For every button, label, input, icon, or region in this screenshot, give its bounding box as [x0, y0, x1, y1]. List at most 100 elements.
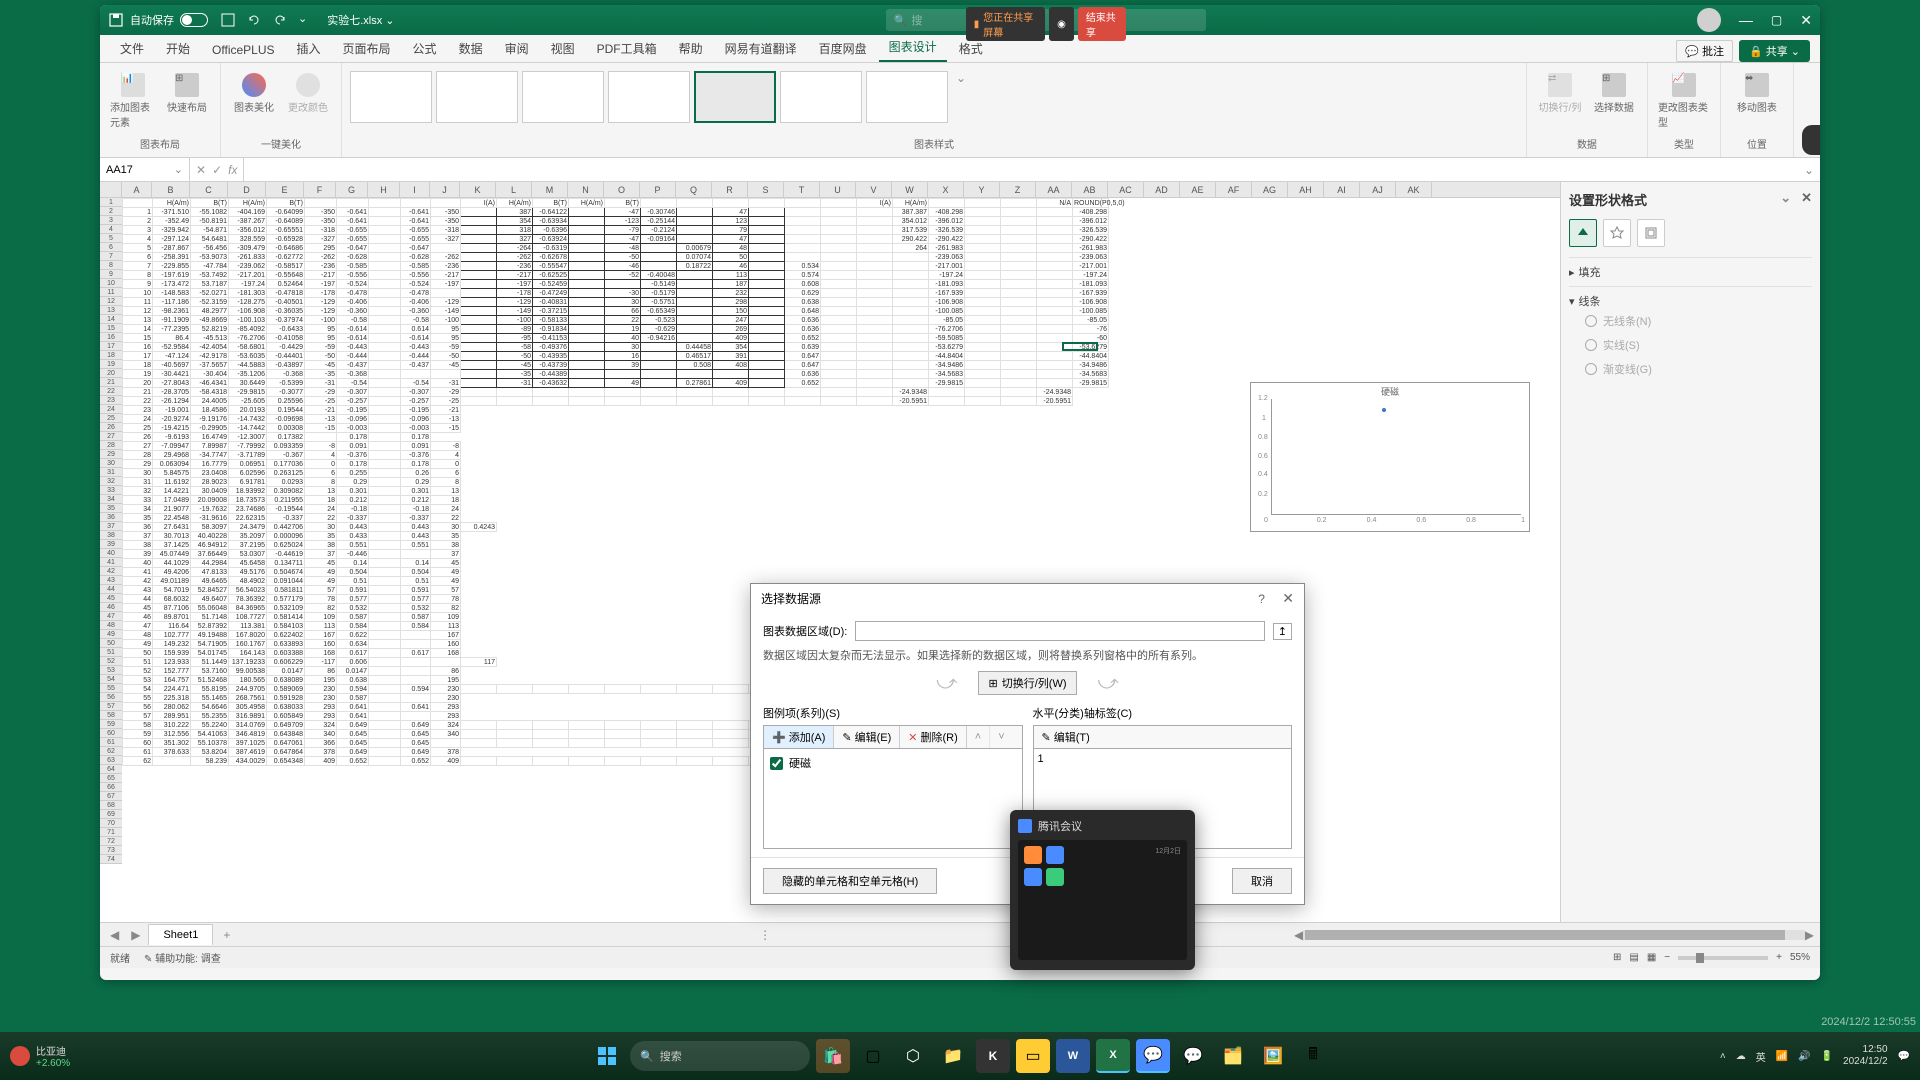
- battery-icon[interactable]: 🔋: [1821, 1051, 1833, 1062]
- tray-expand-icon[interactable]: ˄: [1720, 1051, 1726, 1062]
- row-header[interactable]: 68: [100, 801, 122, 810]
- row-header[interactable]: 23: [100, 396, 122, 405]
- row-header[interactable]: 35: [100, 504, 122, 513]
- tencent-meeting-taskbar-icon[interactable]: 💬: [1136, 1039, 1170, 1073]
- row-header[interactable]: 14: [100, 315, 122, 324]
- col-header[interactable]: AG: [1252, 182, 1288, 197]
- row-header[interactable]: 58: [100, 711, 122, 720]
- row-header[interactable]: 1: [100, 198, 122, 207]
- row-header[interactable]: 17: [100, 342, 122, 351]
- row-header[interactable]: 11: [100, 288, 122, 297]
- row-header[interactable]: 25: [100, 414, 122, 423]
- col-header[interactable]: S: [748, 182, 784, 197]
- col-header[interactable]: V: [856, 182, 892, 197]
- maximize-icon[interactable]: ▢: [1771, 13, 1782, 27]
- share-button[interactable]: 🔒 共享 ⌄: [1739, 40, 1810, 62]
- qat-more-icon[interactable]: ⌄: [298, 12, 307, 28]
- row-header[interactable]: 45: [100, 594, 122, 603]
- tray-cloud-icon[interactable]: ☁: [1736, 1051, 1746, 1062]
- taskbar-search[interactable]: 🔍搜索: [630, 1041, 810, 1071]
- row-header[interactable]: 10: [100, 279, 122, 288]
- move-series-up-icon[interactable]: ˄: [967, 726, 990, 748]
- file-explorer-icon[interactable]: 📁: [936, 1039, 970, 1073]
- row-header[interactable]: 53: [100, 666, 122, 675]
- row-header[interactable]: 47: [100, 612, 122, 621]
- view-pagelayout-icon[interactable]: ▦: [1647, 952, 1656, 963]
- undo-icon[interactable]: [246, 12, 262, 28]
- col-header[interactable]: Q: [676, 182, 712, 197]
- side-panel-tab[interactable]: [1802, 125, 1820, 155]
- chart-style-5[interactable]: [694, 71, 776, 123]
- fill-line-tab-icon[interactable]: [1569, 219, 1597, 247]
- row-header[interactable]: 12: [100, 297, 122, 306]
- tab-data[interactable]: 数据: [449, 35, 493, 62]
- row-header[interactable]: 60: [100, 729, 122, 738]
- tab-pagelayout[interactable]: 页面布局: [333, 35, 401, 62]
- row-header[interactable]: 4: [100, 225, 122, 234]
- preview-thumbnail[interactable]: 12月2日: [1018, 840, 1187, 960]
- move-series-down-icon[interactable]: ˅: [990, 726, 1012, 748]
- col-header[interactable]: F: [304, 182, 336, 197]
- tab-youdao[interactable]: 网易有道翻译: [715, 35, 807, 62]
- formula-expand-icon[interactable]: ⌄: [1798, 163, 1820, 177]
- row-header[interactable]: 3: [100, 216, 122, 225]
- col-header[interactable]: Y: [964, 182, 1000, 197]
- fx-icon[interactable]: fx: [228, 163, 237, 177]
- name-box[interactable]: AA17 ⌄: [100, 158, 190, 181]
- zoom-slider[interactable]: [1678, 956, 1768, 960]
- fill-section-header[interactable]: ▸ 填充: [1569, 264, 1812, 280]
- add-chart-element-button[interactable]: 📊添加图表元素: [108, 71, 158, 131]
- chart-style-2[interactable]: [436, 71, 518, 123]
- row-header[interactable]: 52: [100, 657, 122, 666]
- select-data-button[interactable]: ⊞选择数据: [1589, 71, 1639, 116]
- sheet-tab-1[interactable]: Sheet1: [148, 924, 213, 945]
- row-header[interactable]: 6: [100, 243, 122, 252]
- row-header[interactable]: 62: [100, 747, 122, 756]
- taskbar-app-5[interactable]: ▭: [1016, 1039, 1050, 1073]
- sheet-nav-prev[interactable]: ◀: [106, 928, 123, 942]
- row-header[interactable]: 55: [100, 684, 122, 693]
- dialog-close-icon[interactable]: ✕: [1282, 590, 1294, 606]
- taskbar-app-k[interactable]: K: [976, 1039, 1010, 1073]
- autosave-toggle[interactable]: 自动保存: [108, 12, 208, 28]
- col-header[interactable]: A: [122, 182, 152, 197]
- switch-row-col-dialog-button[interactable]: ⊞ 切换行/列(W): [978, 671, 1078, 695]
- row-header[interactable]: 32: [100, 477, 122, 486]
- gallery-more-icon[interactable]: ⌄: [952, 71, 970, 85]
- end-share-button[interactable]: 结束共享: [1078, 7, 1126, 41]
- chart-style-6[interactable]: [780, 71, 862, 123]
- comments-button[interactable]: 💬 批注: [1676, 40, 1733, 62]
- col-header[interactable]: G: [336, 182, 368, 197]
- row-header[interactable]: 61: [100, 738, 122, 747]
- start-button[interactable]: [590, 1039, 624, 1073]
- sheet-nav-next[interactable]: ▶: [127, 928, 144, 942]
- taskbar-app-9[interactable]: 🖼️: [1256, 1039, 1290, 1073]
- tab-home[interactable]: 开始: [156, 35, 200, 62]
- notification-icon[interactable]: 💬: [1898, 1051, 1910, 1062]
- edit-category-button[interactable]: ✎ 编辑(T): [1034, 726, 1098, 748]
- col-header[interactable]: AJ: [1360, 182, 1396, 197]
- view-normal-icon[interactable]: ⊞: [1613, 952, 1621, 963]
- tab-chartdesign[interactable]: 图表设计: [879, 33, 947, 62]
- range-picker-icon[interactable]: ↥: [1273, 623, 1292, 640]
- tab-view[interactable]: 视图: [541, 35, 585, 62]
- chart-style-4[interactable]: [608, 71, 690, 123]
- taskbar-preview[interactable]: 腾讯会议 12月2日: [1010, 810, 1195, 970]
- minimize-icon[interactable]: —: [1739, 12, 1753, 28]
- change-chart-type-button[interactable]: 📈更改图表类型: [1656, 71, 1712, 131]
- line-gradient-radio[interactable]: 渐变线(G): [1569, 357, 1812, 381]
- embedded-chart[interactable]: 硬磁 1.2 1 0.8 0.6 0.4 0.2 0 0.2 0.4 0.6 0…: [1250, 382, 1530, 532]
- row-header[interactable]: 8: [100, 261, 122, 270]
- row-header[interactable]: 43: [100, 576, 122, 585]
- pane-close-icon[interactable]: ✕: [1801, 190, 1812, 205]
- row-header[interactable]: 36: [100, 513, 122, 522]
- col-header[interactable]: C: [190, 182, 228, 197]
- series-item[interactable]: 硬磁: [768, 753, 1018, 773]
- row-header[interactable]: 64: [100, 765, 122, 774]
- tab-formulas[interactable]: 公式: [403, 35, 447, 62]
- col-header[interactable]: M: [532, 182, 568, 197]
- select-all-corner[interactable]: [100, 182, 122, 197]
- remove-series-button[interactable]: ✕ 删除(R): [900, 726, 967, 748]
- move-chart-button[interactable]: ⬌移动图表: [1729, 71, 1785, 116]
- chart-style-7[interactable]: [866, 71, 948, 123]
